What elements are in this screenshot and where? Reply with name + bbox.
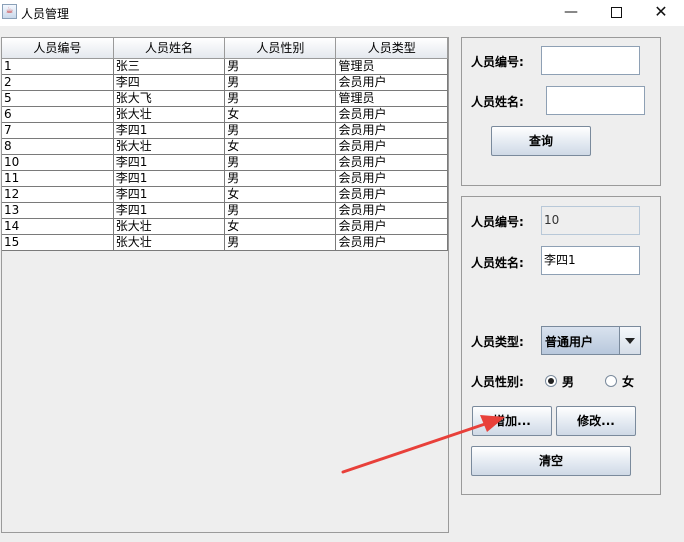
cell-type[interactable]: 会员用户 xyxy=(335,106,448,123)
cell-name[interactable]: 李四1 xyxy=(113,154,226,171)
maximize-button[interactable] xyxy=(593,0,639,26)
table-row[interactable]: 14 张大壮女会员用户 xyxy=(2,218,448,235)
cell-gender[interactable]: 女 xyxy=(224,106,337,123)
title-bar: ☕ 人员管理 — ✕ xyxy=(0,0,684,26)
type-select-value: 普通用户 xyxy=(545,335,594,349)
cell-name[interactable]: 李四1 xyxy=(113,186,226,203)
cell-type[interactable]: 会员用户 xyxy=(335,154,448,171)
edit-id-field: 10 xyxy=(541,206,640,235)
cell-id[interactable]: 1 xyxy=(2,58,114,75)
cell-type[interactable]: 管理员 xyxy=(335,58,448,75)
gender-male-label[interactable]: 男 xyxy=(562,373,574,390)
cell-type[interactable]: 会员用户 xyxy=(335,218,448,235)
cell-id[interactable]: 5 xyxy=(2,90,114,107)
search-name-label: 人员姓名: xyxy=(471,95,524,109)
column-header-name[interactable]: 人员姓名 xyxy=(113,38,226,59)
search-name-input[interactable] xyxy=(546,86,645,115)
query-button[interactable]: 查询 xyxy=(491,126,591,156)
cell-name[interactable]: 张大壮 xyxy=(113,234,226,251)
cell-id[interactable]: 7 xyxy=(2,122,114,139)
table-row[interactable]: 5 张大飞男管理员 xyxy=(2,90,448,107)
gender-male-radio[interactable] xyxy=(545,375,557,387)
edit-id-label: 人员编号: xyxy=(471,215,524,229)
cell-name[interactable]: 张三 xyxy=(113,58,226,75)
modify-button[interactable]: 修改... xyxy=(556,406,636,436)
column-header-type[interactable]: 人员类型 xyxy=(335,38,448,59)
cell-gender[interactable]: 女 xyxy=(224,138,337,155)
cell-id[interactable]: 13 xyxy=(2,202,114,219)
cell-id[interactable]: 10 xyxy=(2,154,114,171)
table-header-row: 人员编号 人员姓名 人员性别 人员类型 xyxy=(2,38,448,59)
cell-name[interactable]: 李四1 xyxy=(113,170,226,187)
cell-type[interactable]: 会员用户 xyxy=(335,74,448,91)
minimize-button[interactable]: — xyxy=(548,0,594,26)
cell-name[interactable]: 张大壮 xyxy=(113,106,226,123)
cell-gender[interactable]: 男 xyxy=(224,122,337,139)
table-row[interactable]: 13 李四1 男会员用户 xyxy=(2,202,448,219)
cell-id[interactable]: 6 xyxy=(2,106,114,123)
cell-name[interactable]: 李四1 xyxy=(113,202,226,219)
table-row[interactable]: 10 李四1 男会员用户 xyxy=(2,154,448,171)
table-row[interactable]: 7 李四1 男会员用户 xyxy=(2,122,448,139)
edit-name-label: 人员姓名: xyxy=(471,256,524,270)
maximize-icon xyxy=(610,6,622,18)
search-id-label: 人员编号: xyxy=(471,55,524,69)
chevron-down-icon[interactable] xyxy=(619,327,640,354)
cell-id[interactable]: 8 xyxy=(2,138,114,155)
cell-type[interactable]: 会员用户 xyxy=(335,138,448,155)
cell-name[interactable]: 李四 xyxy=(113,74,226,91)
cell-id[interactable]: 12 xyxy=(2,186,114,203)
column-header-id[interactable]: 人员编号 xyxy=(2,38,114,59)
gender-female-label[interactable]: 女 xyxy=(622,373,634,390)
cell-name[interactable]: 张大壮 xyxy=(113,218,226,235)
cell-gender[interactable]: 男 xyxy=(224,90,337,107)
edit-gender-label: 人员性别: xyxy=(471,375,524,389)
cell-type[interactable]: 会员用户 xyxy=(335,122,448,139)
cell-id[interactable]: 2 xyxy=(2,74,114,91)
cell-gender[interactable]: 女 xyxy=(224,186,337,203)
cell-id[interactable]: 14 xyxy=(2,218,114,235)
table-row[interactable]: 15 张大壮男会员用户 xyxy=(2,234,448,251)
table-body: 1 张三男管理员 2 李四男会员用户 5 张大飞男管理员 6 张大壮女会员用户 7 李四1 男会员用… xyxy=(2,58,448,251)
column-header-gender[interactable]: 人员性别 xyxy=(224,38,337,59)
cell-type[interactable]: 会员用户 xyxy=(335,202,448,219)
edit-type-label: 人员类型: xyxy=(471,335,524,349)
cell-gender[interactable]: 男 xyxy=(224,58,337,75)
add-button[interactable]: 增加... xyxy=(472,406,552,436)
search-id-input[interactable] xyxy=(541,46,640,75)
gender-female-radio[interactable] xyxy=(605,375,617,387)
cell-gender[interactable]: 男 xyxy=(224,202,337,219)
cell-id[interactable]: 15 xyxy=(2,234,114,251)
cell-gender[interactable]: 男 xyxy=(224,154,337,171)
cell-gender[interactable]: 男 xyxy=(224,74,337,91)
cell-type[interactable]: 管理员 xyxy=(335,90,448,107)
table-row[interactable]: 11 李四1 男会员用户 xyxy=(2,170,448,187)
cell-id[interactable]: 11 xyxy=(2,170,114,187)
cell-name[interactable]: 张大飞 xyxy=(113,90,226,107)
cell-gender[interactable]: 女 xyxy=(224,218,337,235)
table-row[interactable]: 1 张三男管理员 xyxy=(2,58,448,75)
type-select[interactable]: 普通用户 xyxy=(541,326,641,355)
java-cup-icon: ☕ xyxy=(2,4,17,19)
cell-type[interactable]: 会员用户 xyxy=(335,234,448,251)
table-row[interactable]: 8 张大壮女会员用户 xyxy=(2,138,448,155)
table-row[interactable]: 6 张大壮女会员用户 xyxy=(2,106,448,123)
table-row[interactable]: 12 李四1 女会员用户 xyxy=(2,186,448,203)
personnel-table-panel: 人员编号 人员姓名 人员性别 人员类型 1 张三男管理员 2 李四男会员用户 5 张大飞男… xyxy=(1,37,449,533)
personnel-table: 人员编号 人员姓名 人员性别 人员类型 1 张三男管理员 2 李四男会员用户 5 张大飞男… xyxy=(2,38,448,251)
edit-name-input[interactable]: 李四1 xyxy=(541,246,640,275)
cell-name[interactable]: 李四1 xyxy=(113,122,226,139)
cell-gender[interactable]: 男 xyxy=(224,234,337,251)
cell-type[interactable]: 会员用户 xyxy=(335,170,448,187)
window-title: 人员管理 xyxy=(21,7,70,21)
cell-name[interactable]: 张大壮 xyxy=(113,138,226,155)
clear-button[interactable]: 清空 xyxy=(471,446,631,476)
close-button[interactable]: ✕ xyxy=(638,0,684,26)
cell-type[interactable]: 会员用户 xyxy=(335,186,448,203)
cell-gender[interactable]: 男 xyxy=(224,170,337,187)
table-row[interactable]: 2 李四男会员用户 xyxy=(2,74,448,91)
